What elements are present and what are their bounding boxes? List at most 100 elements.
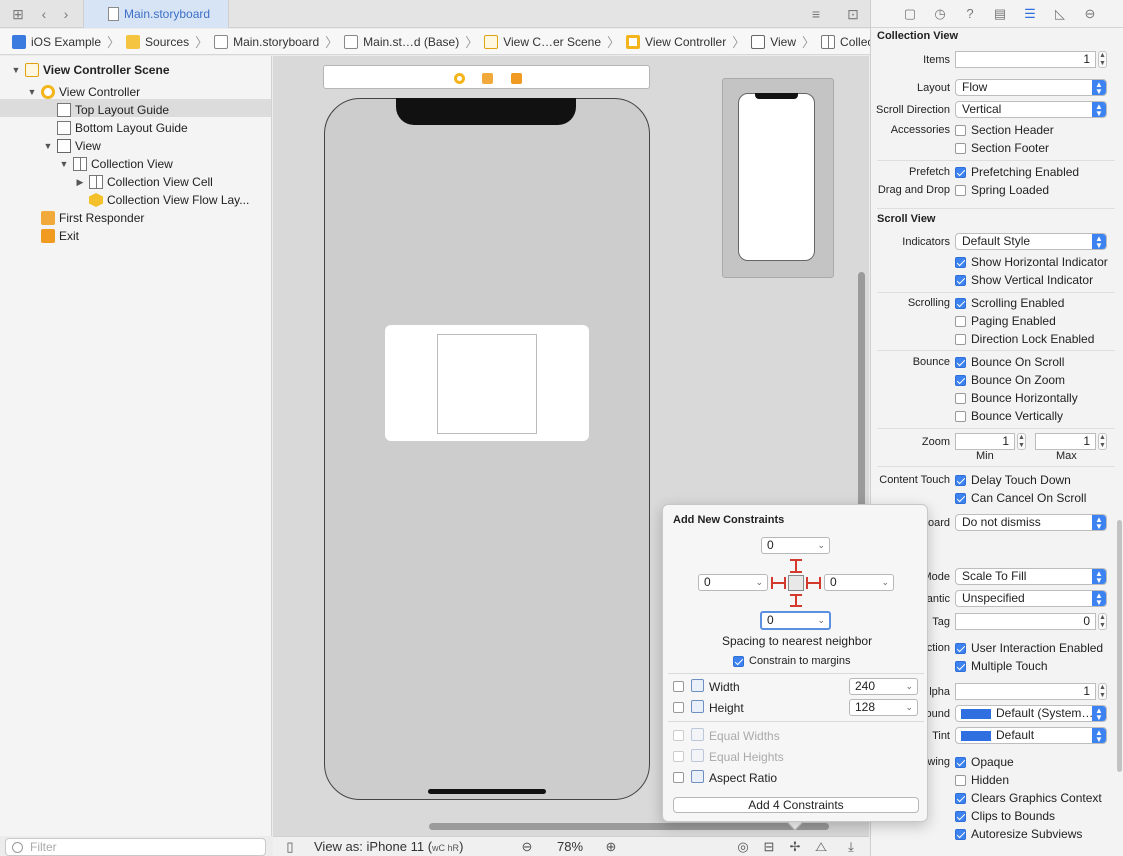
outline-item-collection-view-cell[interactable]: ▶ Collection View Cell <box>0 173 271 191</box>
breadcrumb-view[interactable]: View 〉 <box>751 32 821 51</box>
editor-options-icon[interactable]: ≡ <box>808 6 824 22</box>
resolve-issues-icon[interactable]: ⧍ <box>814 840 828 854</box>
history-inspector-icon[interactable]: ◷ <box>933 7 947 21</box>
tab-main-storyboard[interactable]: Main.storyboard <box>83 0 229 28</box>
alpha-field[interactable]: 1 <box>955 683 1096 700</box>
keyboard-dismiss-popup[interactable]: Do not dismiss ▲ ▼ <box>955 514 1107 531</box>
layout-popup[interactable]: Flow ▲ ▼ <box>955 79 1107 96</box>
semantic-popup[interactable]: Unspecified ▲ ▼ <box>955 590 1107 607</box>
show-vertical-indicator-checkbox[interactable] <box>955 275 966 286</box>
multiple-touch-checkbox[interactable] <box>955 661 966 672</box>
alpha-stepper[interactable]: ▲ ▼ <box>1098 683 1107 700</box>
zoom-in-icon[interactable]: ⊕ <box>604 840 618 854</box>
outline-item-flow-layout[interactable]: Collection View Flow Lay... <box>0 191 271 209</box>
zoom-out-icon[interactable]: ⊖ <box>520 840 534 854</box>
embed-in-icon[interactable]: ⤓ <box>844 840 858 854</box>
connections-inspector-icon[interactable]: ⊖ <box>1083 7 1097 21</box>
tag-stepper[interactable]: ▲ ▼ <box>1098 613 1107 630</box>
view-as-label[interactable]: View as: iPhone 11 (wC hR) <box>314 839 463 854</box>
leading-spacing-combo[interactable]: 0 ⌄ <box>698 574 768 591</box>
help-inspector-icon[interactable]: ? <box>963 7 977 21</box>
background-color-popup[interactable]: Default (System… ▲ ▼ <box>955 705 1107 722</box>
outline-item-collection-view[interactable]: ▼ Collection View <box>0 155 271 173</box>
update-frames-icon[interactable]: ◎ <box>736 840 750 854</box>
trailing-spacing-combo[interactable]: 0 ⌄ <box>824 574 894 591</box>
height-checkbox[interactable] <box>673 702 684 713</box>
bounce-on-zoom-checkbox[interactable] <box>955 375 966 386</box>
outline-item-exit[interactable]: Exit <box>0 227 271 245</box>
can-cancel-on-scroll-checkbox[interactable] <box>955 493 966 504</box>
section-header-checkbox[interactable] <box>955 125 966 136</box>
view-controller-icon[interactable] <box>454 73 465 84</box>
disclosure-triangle-icon[interactable]: ▼ <box>43 137 53 155</box>
collection-view-cell[interactable] <box>437 334 537 434</box>
grid-icon[interactable]: ⊞ <box>10 6 26 22</box>
outline-item-top-layout-guide[interactable]: Top Layout Guide <box>0 101 271 119</box>
device-frame[interactable] <box>324 98 650 800</box>
indicators-popup[interactable]: Default Style ▲ ▼ <box>955 233 1107 250</box>
delay-touch-down-checkbox[interactable] <box>955 475 966 486</box>
paging-enabled-checkbox[interactable] <box>955 316 966 327</box>
tint-color-popup[interactable]: Default ▲ ▼ <box>955 727 1107 744</box>
breadcrumb-scene[interactable]: View C…er Scene 〉 <box>484 32 626 51</box>
zoom-max-stepper[interactable]: ▲ ▼ <box>1098 433 1107 450</box>
disclosure-triangle-collapsed-icon[interactable]: ▶ <box>75 173 85 191</box>
outline-item-view-controller[interactable]: ▼ View Controller <box>0 83 271 101</box>
scrolling-enabled-checkbox[interactable] <box>955 298 966 309</box>
exit-icon[interactable] <box>511 73 522 84</box>
items-field[interactable]: 1 <box>955 51 1096 68</box>
bounce-horizontally-checkbox[interactable] <box>955 393 966 404</box>
inspector-scrollbar[interactable] <box>1117 520 1122 772</box>
breadcrumb-base[interactable]: Main.st…d (Base) 〉 <box>344 32 484 51</box>
trailing-constraint-toggle[interactable] <box>807 582 819 584</box>
height-value-combo[interactable]: 128 ⌄ <box>849 699 918 716</box>
file-inspector-icon[interactable]: ▢ <box>903 7 917 21</box>
toggle-outline-icon[interactable]: ▯ <box>283 840 297 854</box>
breadcrumb-project[interactable]: iOS Example 〉 <box>12 32 126 51</box>
first-responder-icon[interactable] <box>482 73 493 84</box>
zoom-min-stepper[interactable]: ▲ ▼ <box>1017 433 1026 450</box>
breadcrumb-view-controller[interactable]: View Controller 〉 <box>626 32 751 51</box>
outline-filter-input[interactable]: Filter <box>5 838 266 856</box>
content-mode-popup[interactable]: Scale To Fill ▲ ▼ <box>955 568 1107 585</box>
add-constraints-button[interactable]: Add 4 Constraints <box>673 797 919 813</box>
breadcrumb-sources[interactable]: Sources 〉 <box>126 32 214 51</box>
add-constraints-icon[interactable]: ✢ <box>788 840 802 854</box>
clears-graphics-checkbox[interactable] <box>955 793 966 804</box>
disclosure-triangle-icon[interactable]: ▼ <box>11 61 21 79</box>
add-editor-icon[interactable]: ⊡ <box>845 6 861 22</box>
aspect-ratio-checkbox[interactable] <box>673 772 684 783</box>
attributes-inspector-icon[interactable]: ☰ <box>1023 7 1037 21</box>
items-stepper[interactable]: ▲ ▼ <box>1098 51 1107 68</box>
outline-item-view[interactable]: ▼ View <box>0 137 271 155</box>
zoom-min-field[interactable]: 1 <box>955 433 1015 450</box>
spring-loaded-checkbox[interactable] <box>955 185 966 196</box>
breadcrumb-collection-view[interactable]: Collection View <box>821 34 870 49</box>
scroll-direction-popup[interactable]: Vertical ▲ ▼ <box>955 101 1107 118</box>
identity-inspector-icon[interactable]: ▤ <box>993 7 1007 21</box>
constrain-to-margins-checkbox[interactable] <box>733 656 744 667</box>
autoresize-subviews-checkbox[interactable] <box>955 829 966 840</box>
scene-dock[interactable] <box>323 65 650 89</box>
horizontal-scrollbar[interactable] <box>429 823 829 830</box>
disclosure-triangle-icon[interactable]: ▼ <box>27 83 37 101</box>
tag-field[interactable]: 0 <box>955 613 1096 630</box>
back-chevron-icon[interactable]: ‹ <box>36 6 52 22</box>
bottom-spacing-combo[interactable]: 0 ⌄ <box>760 611 831 630</box>
size-inspector-icon[interactable]: ◺ <box>1053 7 1067 21</box>
prefetching-enabled-checkbox[interactable] <box>955 167 966 178</box>
width-value-combo[interactable]: 240 ⌄ <box>849 678 918 695</box>
section-footer-checkbox[interactable] <box>955 143 966 154</box>
outline-item-bottom-layout-guide[interactable]: Bottom Layout Guide <box>0 119 271 137</box>
show-horizontal-indicator-checkbox[interactable] <box>955 257 966 268</box>
outline-item-view-controller-scene[interactable]: ▼ View Controller Scene <box>0 61 271 79</box>
zoom-max-field[interactable]: 1 <box>1035 433 1096 450</box>
breadcrumb-storyboard[interactable]: Main.storyboard 〉 <box>214 32 344 51</box>
bounce-on-scroll-checkbox[interactable] <box>955 357 966 368</box>
bounce-vertically-checkbox[interactable] <box>955 411 966 422</box>
width-checkbox[interactable] <box>673 681 684 692</box>
top-spacing-combo[interactable]: 0 ⌄ <box>761 537 830 554</box>
outline-item-first-responder[interactable]: First Responder <box>0 209 271 227</box>
forward-chevron-icon[interactable]: › <box>58 6 74 22</box>
direction-lock-checkbox[interactable] <box>955 334 966 345</box>
